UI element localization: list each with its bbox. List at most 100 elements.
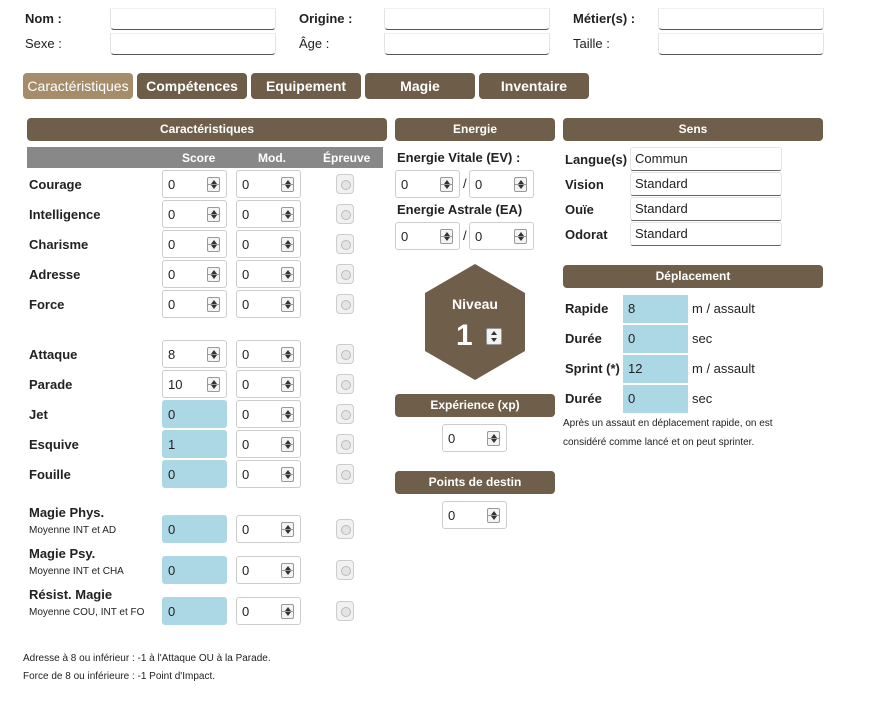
ev-stepper-icon[interactable] bbox=[440, 177, 453, 192]
score-input[interactable]: 0 bbox=[162, 170, 227, 198]
ea-max-input[interactable]: 0 bbox=[469, 222, 534, 250]
sexe-field[interactable] bbox=[110, 33, 276, 55]
score-stepper-icon[interactable] bbox=[207, 207, 220, 222]
mod-input[interactable]: 0 bbox=[236, 400, 301, 428]
mod-input[interactable]: 0 bbox=[236, 460, 301, 488]
score-input[interactable]: 0 bbox=[162, 260, 227, 288]
score-input[interactable]: 0 bbox=[162, 515, 227, 543]
mod-stepper-icon[interactable] bbox=[281, 522, 294, 537]
score-input[interactable]: 8 bbox=[162, 340, 227, 368]
deplacement-note-2: considéré comme lancé et on peut sprinte… bbox=[563, 437, 755, 448]
ev-input[interactable]: 0 bbox=[395, 170, 460, 198]
metier-field[interactable] bbox=[658, 8, 824, 30]
ea-stepper-icon[interactable] bbox=[440, 229, 453, 244]
dice-roll-icon[interactable] bbox=[336, 344, 354, 364]
experience-input[interactable]: 0 bbox=[442, 424, 507, 452]
sens-vision-input[interactable]: Standard bbox=[630, 172, 782, 196]
sprint-label: Sprint (*) bbox=[565, 361, 620, 376]
dice-roll-icon[interactable] bbox=[336, 560, 354, 580]
sens-ouie-input[interactable]: Standard bbox=[630, 197, 782, 221]
sens-langue-input[interactable]: Commun bbox=[630, 147, 782, 171]
score-input[interactable]: 0 bbox=[162, 290, 227, 318]
col-mod: Mod. bbox=[258, 151, 286, 165]
ev-max-stepper-icon[interactable] bbox=[514, 177, 527, 192]
mod-stepper-icon[interactable] bbox=[281, 177, 294, 192]
origine-field[interactable] bbox=[384, 8, 550, 30]
score-stepper-icon[interactable] bbox=[207, 267, 220, 282]
mod-input[interactable]: 0 bbox=[236, 556, 301, 584]
mod-input[interactable]: 0 bbox=[236, 200, 301, 228]
score-input[interactable]: 0 bbox=[162, 400, 227, 428]
mod-stepper-icon[interactable] bbox=[281, 207, 294, 222]
destin-input[interactable]: 0 bbox=[442, 501, 507, 529]
score-input[interactable]: 0 bbox=[162, 556, 227, 584]
duree-sprint-unit: sec bbox=[692, 391, 713, 406]
duree-rapide-input[interactable]: 0 bbox=[623, 325, 688, 353]
tab-inventaire[interactable]: Inventaire bbox=[479, 73, 589, 99]
score-input[interactable]: 0 bbox=[162, 200, 227, 228]
ea-max-stepper-icon[interactable] bbox=[514, 229, 527, 244]
mod-input[interactable]: 0 bbox=[236, 370, 301, 398]
mod-stepper-icon[interactable] bbox=[281, 437, 294, 452]
dice-roll-icon[interactable] bbox=[336, 264, 354, 284]
dice-roll-icon[interactable] bbox=[336, 601, 354, 621]
ea-input[interactable]: 0 bbox=[395, 222, 460, 250]
dice-roll-icon[interactable] bbox=[336, 404, 354, 424]
mod-input[interactable]: 0 bbox=[236, 230, 301, 258]
mod-stepper-icon[interactable] bbox=[281, 407, 294, 422]
dice-roll-icon[interactable] bbox=[336, 519, 354, 539]
score-stepper-icon[interactable] bbox=[207, 347, 220, 362]
mod-stepper-icon[interactable] bbox=[281, 377, 294, 392]
score-stepper-icon[interactable] bbox=[207, 237, 220, 252]
mod-stepper-icon[interactable] bbox=[281, 347, 294, 362]
dice-roll-icon[interactable] bbox=[336, 374, 354, 394]
dice-roll-icon[interactable] bbox=[336, 464, 354, 484]
dice-roll-icon[interactable] bbox=[336, 174, 354, 194]
tab-caracteristiques[interactable]: Caractéristiques bbox=[23, 73, 133, 99]
rapide-input[interactable]: 8 bbox=[623, 295, 688, 323]
mod-stepper-icon[interactable] bbox=[281, 604, 294, 619]
score-input[interactable]: 0 bbox=[162, 597, 227, 625]
mod-stepper-icon[interactable] bbox=[281, 297, 294, 312]
score-input[interactable]: 0 bbox=[162, 230, 227, 258]
carac-label: Magie Phys. bbox=[29, 505, 105, 520]
mod-input[interactable]: 0 bbox=[236, 290, 301, 318]
nom-field[interactable] bbox=[110, 8, 276, 30]
score-input[interactable]: 1 bbox=[162, 430, 227, 458]
mod-stepper-icon[interactable] bbox=[281, 467, 294, 482]
score-stepper-icon[interactable] bbox=[207, 377, 220, 392]
mod-stepper-icon[interactable] bbox=[281, 267, 294, 282]
duree-sprint-input[interactable]: 0 bbox=[623, 385, 688, 413]
niveau-title: Niveau bbox=[452, 296, 498, 312]
score-input[interactable]: 10 bbox=[162, 370, 227, 398]
niveau-stepper-icon[interactable] bbox=[486, 328, 502, 345]
carac-label: Intelligence bbox=[29, 207, 101, 222]
rapide-unit: m / assault bbox=[692, 301, 755, 316]
destin-stepper-icon[interactable] bbox=[487, 508, 500, 523]
dice-roll-icon[interactable] bbox=[336, 234, 354, 254]
ev-max-input[interactable]: 0 bbox=[469, 170, 534, 198]
dice-roll-icon[interactable] bbox=[336, 204, 354, 224]
tab-magie[interactable]: Magie bbox=[365, 73, 475, 99]
dice-roll-icon[interactable] bbox=[336, 294, 354, 314]
age-field[interactable] bbox=[384, 33, 550, 55]
sens-langue-label: Langue(s) bbox=[565, 152, 628, 167]
mod-input[interactable]: 0 bbox=[236, 260, 301, 288]
tab-competences[interactable]: Compétences bbox=[137, 73, 247, 99]
sens-odorat-input[interactable]: Standard bbox=[630, 222, 782, 246]
experience-stepper-icon[interactable] bbox=[487, 431, 500, 446]
mod-stepper-icon[interactable] bbox=[281, 563, 294, 578]
tab-equipement[interactable]: Equipement bbox=[251, 73, 361, 99]
mod-stepper-icon[interactable] bbox=[281, 237, 294, 252]
score-input[interactable]: 0 bbox=[162, 460, 227, 488]
mod-input[interactable]: 0 bbox=[236, 515, 301, 543]
mod-input[interactable]: 0 bbox=[236, 597, 301, 625]
dice-roll-icon[interactable] bbox=[336, 434, 354, 454]
score-stepper-icon[interactable] bbox=[207, 297, 220, 312]
score-stepper-icon[interactable] bbox=[207, 177, 220, 192]
sprint-input[interactable]: 12 bbox=[623, 355, 688, 383]
mod-input[interactable]: 0 bbox=[236, 170, 301, 198]
mod-input[interactable]: 0 bbox=[236, 340, 301, 368]
taille-field[interactable] bbox=[658, 33, 824, 55]
mod-input[interactable]: 0 bbox=[236, 430, 301, 458]
